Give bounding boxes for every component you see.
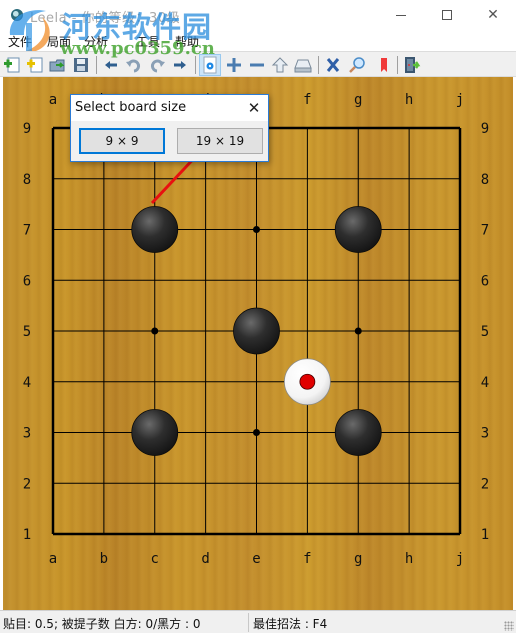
- black-stone-body: [233, 307, 280, 355]
- row-label-right: 9: [481, 121, 489, 137]
- zoom-out-button[interactable]: [246, 54, 268, 76]
- row-label-left: 2: [23, 476, 31, 492]
- bookmark-icon: [381, 58, 387, 72]
- row-label-left: 6: [23, 273, 31, 289]
- row-label-right: 7: [481, 223, 489, 239]
- exit-button[interactable]: [401, 54, 423, 76]
- drive-button[interactable]: [292, 54, 314, 76]
- maximize-button[interactable]: [424, 0, 470, 30]
- watermark-logo-icon: [9, 10, 50, 51]
- last-move-marker: [299, 373, 316, 390]
- dialog-title: Select board size: [75, 100, 187, 115]
- toolbar-separator: [397, 56, 398, 74]
- column-label-top: h: [405, 92, 413, 108]
- row-label-left: 1: [23, 527, 31, 543]
- star-point: [151, 327, 159, 335]
- row-label-right: 5: [481, 324, 489, 340]
- board-size-9-button[interactable]: 9 × 9: [79, 128, 165, 154]
- row-label-right: 8: [481, 172, 489, 188]
- board-size-19-button[interactable]: 19 × 19: [177, 128, 263, 154]
- black-stone[interactable]: [131, 409, 179, 456]
- disk-drive-icon: [294, 59, 312, 73]
- white-stone[interactable]: [283, 358, 331, 406]
- black-stone[interactable]: [334, 409, 382, 456]
- status-separator: [248, 613, 249, 632]
- toolbar-separator: [318, 56, 319, 74]
- column-label-top: j: [456, 92, 464, 108]
- row-label-left: 4: [23, 375, 31, 391]
- column-label-bottom: g: [354, 551, 362, 567]
- column-label-top: g: [354, 92, 362, 108]
- plus-icon: [227, 58, 241, 72]
- row-label-right: 4: [481, 375, 489, 391]
- row-label-left: 5: [23, 324, 31, 340]
- column-label-top: a: [49, 92, 57, 108]
- column-label-top: f: [303, 92, 311, 108]
- status-bar: 贴目: 0.5; 被提子数 白方: 0/黑方 : 0 最佳招法 : F4: [0, 610, 516, 633]
- row-label-left: 8: [23, 172, 31, 188]
- black-stone[interactable]: [233, 307, 280, 355]
- dialog-header: Select board size ✕: [71, 95, 268, 121]
- column-label-bottom: d: [201, 551, 209, 567]
- new-doc-yellow-plus-icon: [27, 57, 43, 73]
- x-cross-icon: [326, 58, 340, 72]
- row-label-right: 2: [481, 476, 489, 492]
- row-label-left: 9: [23, 121, 31, 137]
- resign-button[interactable]: [322, 54, 344, 76]
- maximize-icon: [442, 10, 452, 20]
- column-label-bottom: c: [151, 551, 159, 567]
- star-point: [354, 327, 362, 335]
- column-label-bottom: b: [100, 551, 108, 567]
- column-label-bottom: f: [303, 551, 311, 567]
- resize-grip[interactable]: [504, 621, 514, 631]
- minimize-icon: [396, 14, 406, 16]
- exit-door-icon: [405, 57, 421, 73]
- watermark-url: www.pc0359.cn: [60, 38, 215, 59]
- black-stone[interactable]: [334, 206, 382, 253]
- row-label-left: 3: [23, 426, 31, 442]
- row-label-left: 7: [23, 223, 31, 239]
- minus-icon: [250, 63, 264, 67]
- new-game-button[interactable]: [1, 54, 23, 76]
- close-icon: ✕: [487, 7, 499, 23]
- column-label-bottom: h: [405, 551, 413, 567]
- pass-button[interactable]: [269, 54, 291, 76]
- new-setup-button[interactable]: [24, 54, 46, 76]
- star-point: [253, 429, 260, 436]
- magnifier-icon: [349, 57, 365, 73]
- dialog-close-button[interactable]: ✕: [243, 98, 265, 118]
- black-stone-body: [131, 206, 179, 253]
- close-icon: ✕: [247, 99, 261, 117]
- new-doc-green-plus-icon: [4, 57, 20, 73]
- column-label-bottom: e: [252, 551, 260, 567]
- zoom-in-button[interactable]: [223, 54, 245, 76]
- row-label-right: 1: [481, 527, 489, 543]
- row-label-right: 6: [481, 273, 489, 289]
- analyze-button[interactable]: [346, 54, 368, 76]
- row-label-right: 3: [481, 426, 489, 442]
- black-stone-body: [334, 206, 382, 253]
- close-button[interactable]: ✕: [470, 0, 516, 30]
- column-label-bottom: j: [456, 551, 464, 567]
- minimize-button[interactable]: [378, 0, 424, 30]
- bookmark-button[interactable]: [373, 54, 395, 76]
- black-stone-body: [334, 409, 382, 456]
- black-stone-body: [131, 409, 179, 456]
- select-board-size-dialog: Select board size ✕ 9 × 9 19 × 19: [70, 94, 269, 162]
- status-komi-captures: 贴目: 0.5; 被提子数 白方: 0/黑方 : 0: [3, 617, 201, 631]
- star-point: [253, 226, 260, 233]
- column-label-bottom: a: [49, 551, 57, 567]
- black-stone[interactable]: [131, 206, 179, 253]
- arrow-up-icon: [271, 57, 289, 73]
- status-best-move: 最佳招法 : F4: [253, 617, 328, 631]
